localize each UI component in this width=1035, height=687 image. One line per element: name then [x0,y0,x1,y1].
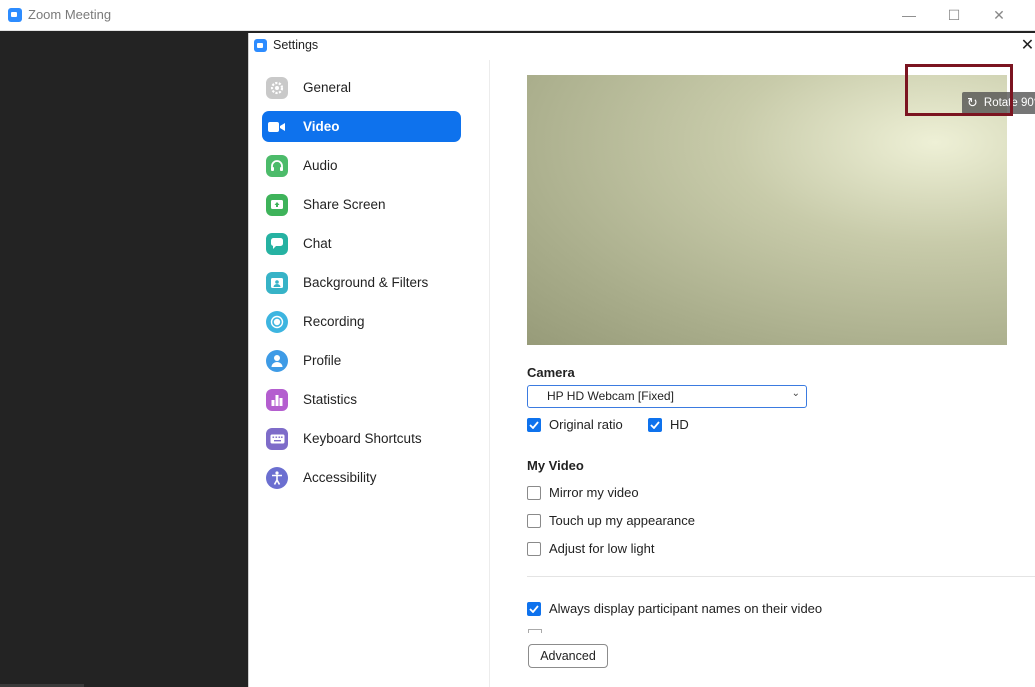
chat-bubble-icon [266,232,288,255]
accessibility-icon [266,466,288,489]
sidebar-item-statistics[interactable]: Statistics [262,384,461,415]
mirror-checkbox[interactable] [527,485,541,500]
settings-title: Settings [273,38,319,52]
sidebar-item-video[interactable]: Video [262,111,461,142]
hd-label: HD [670,417,689,432]
sidebar-item-label: Video [303,119,340,134]
sidebar-item-label: Accessibility [303,470,377,485]
meeting-background [0,31,248,687]
settings-close-button[interactable]: ✕ [1019,35,1035,57]
headphones-icon [266,154,288,177]
sidebar-item-audio[interactable]: Audio [262,150,461,181]
background-person-icon [266,271,288,294]
hd-option[interactable]: HD [648,417,689,432]
mirror-label: Mirror my video [549,485,639,500]
chevron-down-icon: ⌄ [791,388,800,399]
sidebar-item-general[interactable]: General [262,72,461,103]
camera-select-value: HP HD Webcam [Fixed] [547,389,674,403]
gear-icon [266,76,288,99]
sidebar-item-label: General [303,80,352,95]
maximize-button[interactable]: ☐ [942,4,966,26]
touch-up-checkbox[interactable] [527,513,541,528]
close-button[interactable]: ✕ [987,4,1011,26]
sidebar-item-accessibility[interactable]: Accessibility [262,462,461,493]
sidebar-item-label: Share Screen [303,197,386,212]
highlight-annotation [905,64,1013,116]
partial-checkbox [528,629,542,633]
touch-up-label: Touch up my appearance [549,513,695,528]
low-light-checkbox[interactable] [527,541,541,556]
person-icon [266,349,288,372]
window-title: Zoom Meeting [28,7,112,22]
display-names-option[interactable]: Always display participant names on thei… [527,601,822,616]
hd-checkbox[interactable] [648,417,662,432]
mirror-option[interactable]: Mirror my video [527,485,639,500]
camera-select[interactable]: HP HD Webcam [Fixed] ⌄ [527,385,807,408]
touch-up-option[interactable]: Touch up my appearance [527,513,695,528]
original-ratio-checkbox[interactable] [527,417,541,432]
zoom-window-titlebar: Zoom Meeting — ☐ ✕ [0,0,1035,31]
keyboard-icon [266,427,288,450]
sidebar-item-share-screen[interactable]: Share Screen [262,189,461,220]
sidebar-item-label: Chat [303,236,332,251]
my-video-heading: My Video [527,458,584,473]
low-light-option[interactable]: Adjust for low light [527,541,655,556]
settings-titlebar: Settings ✕ [249,33,1035,60]
sidebar-item-keyboard-shortcuts[interactable]: Keyboard Shortcuts [262,423,461,454]
original-ratio-option[interactable]: Original ratio [527,417,623,432]
sidebar-item-label: Keyboard Shortcuts [303,431,422,446]
sidebar-item-profile[interactable]: Profile [262,345,461,376]
bar-chart-icon [266,388,288,411]
sidebar-item-chat[interactable]: Chat [262,228,461,259]
section-divider [527,576,1035,577]
zoom-app-icon [254,39,267,52]
sidebar-item-recording[interactable]: Recording [262,306,461,337]
settings-sidebar: General Video Audio Share Screen Chat Ba… [249,60,490,687]
display-names-label: Always display participant names on thei… [549,601,823,616]
settings-window: Settings ✕ General Video Audio Share Scr… [248,33,1035,687]
sidebar-item-label: Statistics [303,392,358,407]
sidebar-item-label: Audio [303,158,338,173]
sidebar-item-label: Recording [303,314,365,329]
camera-heading: Camera [527,365,575,380]
share-screen-icon [266,193,288,216]
display-names-checkbox[interactable] [527,601,541,616]
advanced-button[interactable]: Advanced [528,644,608,668]
zoom-app-icon [8,8,22,22]
sidebar-item-label: Profile [303,353,342,368]
original-ratio-label: Original ratio [549,417,623,432]
video-camera-icon [266,116,288,138]
low-light-label: Adjust for low light [549,541,655,556]
minimize-button[interactable]: — [897,4,921,26]
sidebar-item-label: Background & Filters [303,275,429,290]
video-settings-panel: ↻ Rotate 90° Camera HP HD Webcam [Fixed]… [490,60,1035,687]
record-icon [266,310,288,333]
sidebar-item-background-filters[interactable]: Background & Filters [262,267,461,298]
